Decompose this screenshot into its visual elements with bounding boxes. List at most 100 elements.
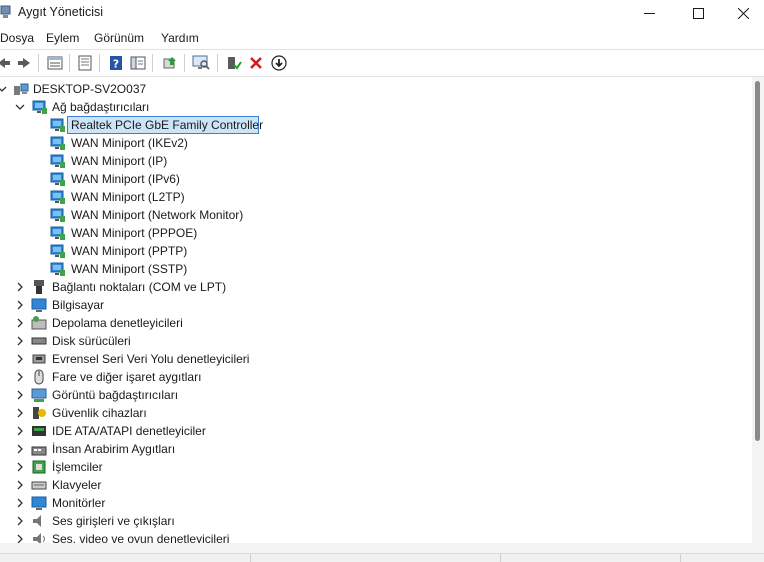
menu-dosya[interactable]: Dosya <box>0 31 34 45</box>
maximize-button[interactable] <box>675 0 721 26</box>
chevron-right-icon[interactable] <box>14 317 26 329</box>
tree-device-row[interactable]: WAN Miniport (Network Monitor) <box>0 206 752 224</box>
category-label: Evrensel Seri Veri Yolu denetleyicileri <box>52 352 250 366</box>
chevron-right-icon[interactable] <box>14 407 26 419</box>
tree-category-network[interactable]: Ağ bağdaştırıcıları <box>0 98 752 116</box>
help-button[interactable]: ? <box>106 53 126 73</box>
properties-button[interactable] <box>45 53 65 73</box>
audio-io-icon <box>33 515 41 527</box>
chevron-right-icon[interactable] <box>14 515 26 527</box>
window-title: Aygıt Yöneticisi <box>18 5 104 19</box>
tree-category-row[interactable]: Depolama denetleyicileri <box>0 314 752 332</box>
usb-icon <box>32 354 46 364</box>
processor-icon <box>32 460 46 474</box>
tree-category-row[interactable]: Bilgisayar <box>0 296 752 314</box>
tree-device-row[interactable]: WAN Miniport (PPPOE) <box>0 224 752 242</box>
port-icon <box>34 280 44 294</box>
view-list-icon <box>78 55 92 71</box>
tree-device-row[interactable]: Realtek PCIe GbE Family Controller <box>0 116 752 134</box>
uninstall-device-icon <box>250 57 262 69</box>
minimize-icon <box>643 12 655 14</box>
tree-category-row[interactable]: Disk sürücüleri <box>0 332 752 350</box>
tree-category-row[interactable]: Fare ve diğer işaret aygıtları <box>0 368 752 386</box>
chevron-right-icon[interactable] <box>14 497 26 509</box>
device-label: Realtek PCIe GbE Family Controller <box>71 118 264 132</box>
tree-category-row[interactable]: Görüntü bağdaştırıcıları <box>0 386 752 404</box>
chevron-down-icon[interactable] <box>0 83 8 95</box>
tree-device-row[interactable]: WAN Miniport (IPv6) <box>0 170 752 188</box>
help-icon: ? <box>110 56 122 71</box>
hid-icon <box>31 446 47 456</box>
tree-device-row[interactable]: WAN Miniport (SSTP) <box>0 260 752 278</box>
chevron-right-icon[interactable] <box>14 281 26 293</box>
chevron-right-icon[interactable] <box>14 479 26 491</box>
tree-category-row[interactable]: Ses, video ve oyun denetleyicileri <box>0 530 752 543</box>
menu-yardim[interactable]: Yardım <box>161 31 199 45</box>
tree-device-row[interactable]: WAN Miniport (L2TP) <box>0 188 752 206</box>
chevron-right-icon[interactable] <box>14 299 26 311</box>
security-device-icon <box>33 407 46 419</box>
uninstall-device-button[interactable] <box>246 53 266 73</box>
view-list-button[interactable] <box>75 53 95 73</box>
network-adapter-icon <box>50 172 65 186</box>
tree-category-row[interactable]: Klavyeler <box>0 476 752 494</box>
console-tree-button[interactable] <box>128 53 148 73</box>
vertical-scrollbar[interactable] <box>752 77 764 543</box>
tree-device-row[interactable]: WAN Miniport (PPTP) <box>0 242 752 260</box>
device-tree[interactable]: DESKTOP-SV2O037 Ağ bağdaştırıcıları Real… <box>0 77 752 543</box>
scan-hardware-button[interactable] <box>191 53 211 73</box>
network-adapter-icon <box>50 262 65 276</box>
back-button[interactable] <box>0 53 14 73</box>
network-adapter-icon <box>50 244 65 258</box>
tree-category-row[interactable]: Monitörler <box>0 494 752 512</box>
tree-category-row[interactable]: Bağlantı noktaları (COM ve LPT) <box>0 278 752 296</box>
device-label: WAN Miniport (SSTP) <box>71 262 188 276</box>
tree-category-row[interactable]: İşlemciler <box>0 458 752 476</box>
menu-gorunum[interactable]: Görünüm <box>94 31 144 45</box>
tree-category-row[interactable]: Evrensel Seri Veri Yolu denetleyicileri <box>0 350 752 368</box>
device-label: WAN Miniport (PPPOE) <box>71 226 198 240</box>
category-label: IDE ATA/ATAPI denetleyiciler <box>52 424 206 438</box>
update-driver-button[interactable] <box>160 53 180 73</box>
device-label: WAN Miniport (IPv6) <box>71 172 180 186</box>
sound-controller-icon <box>33 533 45 543</box>
tree-category-row[interactable]: Güvenlik cihazları <box>0 404 752 422</box>
chevron-right-icon[interactable] <box>14 533 26 543</box>
vertical-scroll-thumb[interactable] <box>755 81 760 441</box>
toolbar: ? <box>0 49 764 77</box>
minimize-button[interactable] <box>626 0 672 26</box>
chevron-down-icon[interactable] <box>14 101 26 113</box>
device-label: WAN Miniport (PPTP) <box>71 244 188 258</box>
tree-category-row[interactable]: İnsan Arabirim Aygıtları <box>0 440 752 458</box>
chevron-right-icon[interactable] <box>14 443 26 455</box>
device-label: WAN Miniport (IP) <box>71 154 168 168</box>
computer-icon <box>31 298 47 312</box>
tree-device-row[interactable]: WAN Miniport (IKEv2) <box>0 134 752 152</box>
update-driver-icon <box>163 57 176 69</box>
horizontal-scrollbar[interactable] <box>0 543 764 553</box>
disable-device-icon <box>271 55 287 71</box>
tree-device-row[interactable]: WAN Miniport (IP) <box>0 152 752 170</box>
chevron-right-icon[interactable] <box>14 389 26 401</box>
enable-device-button[interactable] <box>224 53 244 73</box>
forward-arrow-icon <box>18 58 30 68</box>
network-adapter-icon <box>50 190 65 204</box>
tree-category-row[interactable]: Ses girişleri ve çıkışları <box>0 512 752 530</box>
monitor-icon <box>31 496 47 510</box>
enable-device-icon <box>228 57 242 70</box>
chevron-right-icon[interactable] <box>14 335 26 347</box>
chevron-right-icon[interactable] <box>14 425 26 437</box>
category-label: Bilgisayar <box>52 298 105 312</box>
tree-category-row[interactable]: IDE ATA/ATAPI denetleyiciler <box>0 422 752 440</box>
close-button[interactable] <box>720 0 764 26</box>
svg-text:?: ? <box>113 58 119 71</box>
scan-hardware-icon <box>192 55 210 70</box>
tree-root-row[interactable]: DESKTOP-SV2O037 <box>0 80 752 98</box>
chevron-right-icon[interactable] <box>14 353 26 365</box>
menu-eylem[interactable]: Eylem <box>46 31 79 45</box>
forward-button[interactable] <box>14 53 34 73</box>
disable-device-button[interactable] <box>269 53 289 73</box>
chevron-right-icon[interactable] <box>14 371 26 383</box>
chevron-right-icon[interactable] <box>14 461 26 473</box>
back-arrow-icon <box>0 58 10 68</box>
